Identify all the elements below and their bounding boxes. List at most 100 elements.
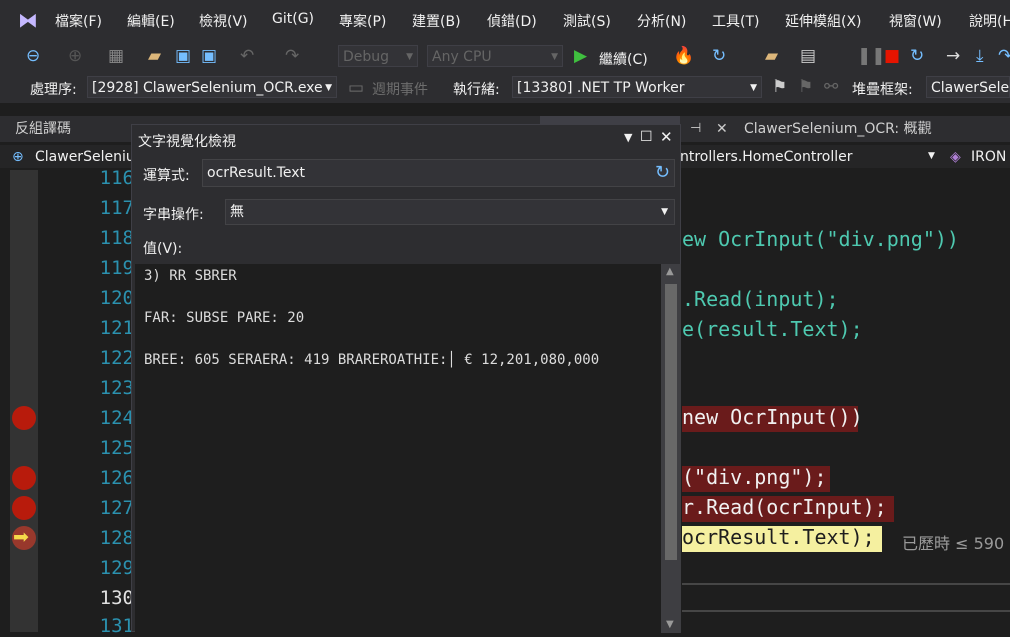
- menu-test[interactable]: 測試(S): [563, 11, 611, 31]
- standard-toolbar: ⊖ ⊕ ▦ ▰ ▣ ▣ ↶ ↷ Debug ▼ Any CPU ▼ ▶ 繼續(C) …: [0, 40, 1010, 73]
- continue-play-icon[interactable]: ▶: [574, 46, 587, 66]
- string-operation-select[interactable]: 無 ▼: [225, 199, 675, 225]
- breakpoint-icon[interactable]: [12, 406, 36, 430]
- scroll-up-icon[interactable]: ▲: [666, 266, 674, 277]
- process-select[interactable]: [2928] ClawerSelenium_OCR.exe ▼: [87, 76, 337, 98]
- close-tab-icon[interactable]: ✕: [716, 116, 728, 142]
- stack-frame-value: ClawerSele: [931, 80, 1010, 96]
- menu-tools[interactable]: 工具(T): [712, 11, 759, 31]
- line-number: 131: [99, 615, 134, 637]
- menu-view[interactable]: 檢視(V): [199, 11, 248, 31]
- current-statement-arrow-icon: ➡: [13, 526, 29, 548]
- breakpoint-icon[interactable]: [12, 496, 36, 520]
- platform-value: Any CPU: [432, 49, 492, 65]
- restart-icon[interactable]: ↻: [712, 46, 726, 66]
- process-label: 處理序:: [30, 82, 77, 98]
- dialog-menu-chevron-icon[interactable]: ▼: [624, 131, 632, 144]
- scrollbar-thumb[interactable]: [665, 284, 677, 560]
- menu-edit[interactable]: 編輯(E): [127, 11, 175, 31]
- solution-platform-select[interactable]: Any CPU ▼: [427, 45, 563, 67]
- menu-file[interactable]: 檔案(F): [55, 11, 102, 31]
- lifecycle-events-icon[interactable]: ▭: [348, 78, 364, 98]
- scroll-down-icon[interactable]: ▼: [666, 619, 674, 630]
- string-operation-label: 字串操作:: [143, 207, 204, 223]
- pin-tab-icon[interactable]: ⊣: [690, 116, 701, 142]
- new-project-icon[interactable]: ▦: [108, 46, 124, 66]
- solution-configuration-select[interactable]: Debug ▼: [338, 45, 418, 67]
- expression-value: ocrResult.Text: [207, 165, 306, 181]
- show-next-statement-icon[interactable]: →: [946, 46, 960, 66]
- close-icon[interactable]: ✕: [660, 128, 673, 146]
- tab-overview[interactable]: ClawerSelenium_OCR: 概觀: [744, 116, 932, 142]
- globe-icon: ⊕: [12, 149, 24, 165]
- chevron-down-icon: ▼: [750, 83, 757, 93]
- menu-build[interactable]: 建置(B): [412, 11, 461, 31]
- tab-disassembly[interactable]: 反組譯碼: [15, 116, 71, 142]
- expression-field[interactable]: ocrResult.Text ↻: [202, 159, 675, 187]
- code-line-126: ("div.png");: [682, 465, 827, 489]
- step-into-icon[interactable]: ⤓: [976, 46, 984, 66]
- thread-label: 執行緒:: [453, 82, 500, 98]
- line-number: 128: [99, 527, 134, 549]
- chevron-down-icon: ▼: [551, 52, 558, 62]
- vertical-scrollbar[interactable]: ▲ ▼: [661, 264, 681, 633]
- code-line-121: e(result.Text);: [682, 317, 863, 341]
- line-number: 124: [99, 407, 134, 429]
- code-line-128: ocrResult.Text);: [682, 525, 875, 549]
- chevron-down-icon: ▼: [661, 207, 668, 217]
- menu-analyze[interactable]: 分析(N): [637, 11, 686, 31]
- value-text-area[interactable]: 3) RR SBRER FAR: SUBSE PARE: 20 BREE: 60…: [135, 264, 661, 633]
- flag-icon[interactable]: ⚑: [772, 77, 787, 97]
- line-number: 121: [99, 317, 134, 339]
- save-all-icon[interactable]: ▣: [201, 46, 217, 66]
- chevron-down-icon[interactable]: ▼: [928, 151, 935, 161]
- process-value: [2928] ClawerSelenium_OCR.exe: [92, 80, 323, 96]
- menu-help[interactable]: 說明(H: [969, 11, 1010, 31]
- flag-all-icon[interactable]: ⚑: [798, 77, 813, 97]
- line-number: 129: [99, 557, 134, 579]
- stop-icon[interactable]: ■: [884, 46, 900, 66]
- visual-studio-logo-icon[interactable]: ⧓: [16, 8, 40, 32]
- stack-frame-select[interactable]: ClawerSele: [926, 76, 1010, 98]
- continue-button[interactable]: 繼續(C): [599, 49, 648, 69]
- member-select[interactable]: IRON: [971, 149, 1006, 165]
- layout-icon[interactable]: ▤: [800, 46, 816, 66]
- line-number: 123: [99, 377, 134, 399]
- menu-window[interactable]: 視窗(W): [889, 11, 942, 31]
- elapsed-time-hint[interactable]: 已歷時 ≤ 590: [902, 530, 1004, 554]
- chevron-down-icon: ▼: [406, 52, 413, 62]
- project-select[interactable]: ClawerSeleniu: [35, 149, 135, 165]
- debug-location-toolbar: 處理序: [2928] ClawerSelenium_OCR.exe ▼ ▭ 週期…: [0, 73, 1010, 103]
- undo-icon[interactable]: ↶: [240, 46, 254, 66]
- navigate-back-icon[interactable]: ⊖: [26, 46, 40, 66]
- expression-label: 運算式:: [143, 168, 190, 184]
- restart-debug-icon[interactable]: ↻: [910, 46, 924, 66]
- line-number: 116: [99, 167, 134, 189]
- maximize-icon[interactable]: ☐: [640, 129, 653, 145]
- line-number: 119: [99, 257, 134, 279]
- browse-folder-icon[interactable]: ▰: [765, 46, 778, 66]
- breakpoint-margin[interactable]: [10, 170, 38, 632]
- breakpoint-icon[interactable]: [12, 466, 36, 490]
- string-operation-value: 無: [230, 204, 244, 220]
- menu-extensions[interactable]: 延伸模組(X): [785, 11, 862, 31]
- configuration-value: Debug: [343, 49, 390, 65]
- hot-reload-icon[interactable]: 🔥: [673, 46, 694, 66]
- refresh-icon[interactable]: ↻: [655, 160, 670, 186]
- chevron-down-icon: ▼: [325, 83, 332, 93]
- show-flagged-icon[interactable]: ⚯: [824, 77, 838, 97]
- save-icon[interactable]: ▣: [175, 46, 191, 66]
- open-file-icon[interactable]: ▰: [148, 46, 161, 66]
- line-number: 125: [99, 437, 134, 459]
- step-over-icon[interactable]: ↷: [998, 46, 1010, 66]
- menu-debug[interactable]: 偵錯(D): [487, 11, 537, 31]
- class-select[interactable]: ntrollers.HomeController: [680, 149, 852, 165]
- pause-icon[interactable]: ❚❚: [857, 46, 886, 66]
- thread-select[interactable]: [13380] .NET TP Worker ▼: [512, 76, 762, 98]
- redo-icon[interactable]: ↷: [285, 46, 299, 66]
- navigate-forward-icon[interactable]: ⊕: [68, 46, 82, 66]
- menu-git[interactable]: Git(G): [272, 11, 314, 27]
- lifecycle-events-button[interactable]: 週期事件: [372, 79, 428, 99]
- text-visualizer-dialog: 文字視覺化檢視 ▼ ☐ ✕ 運算式: ocrResult.Text ↻ 字串操作…: [131, 124, 681, 633]
- menu-project[interactable]: 專案(P): [339, 11, 386, 31]
